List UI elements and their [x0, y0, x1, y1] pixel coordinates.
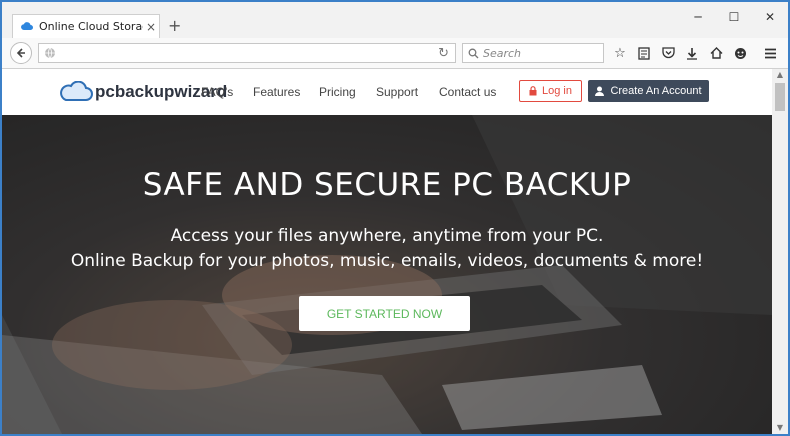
- minimize-button[interactable]: ─: [688, 10, 708, 26]
- arrow-left-icon: [16, 48, 25, 58]
- nav-faq[interactable]: FAQ's: [201, 85, 233, 99]
- back-button[interactable]: [10, 42, 32, 64]
- address-bar[interactable]: ↻: [38, 43, 456, 63]
- search-box[interactable]: Search: [462, 43, 604, 63]
- scroll-up-icon[interactable]: ▲: [772, 69, 788, 81]
- tab-title: Online Cloud Storage, Co...: [39, 20, 143, 33]
- cloud-icon: [21, 22, 33, 31]
- create-account-label: Create An Account: [610, 85, 702, 97]
- cloud-logo-icon: [60, 81, 93, 101]
- user-icon: [595, 86, 605, 96]
- navigation-toolbar: ↻ Search ☆: [2, 38, 788, 69]
- nav-support[interactable]: Support: [376, 85, 418, 99]
- lock-icon: [529, 86, 537, 96]
- home-icon[interactable]: [708, 45, 724, 61]
- scroll-thumb[interactable]: [775, 83, 785, 111]
- login-button[interactable]: Log in: [519, 80, 582, 102]
- reload-icon[interactable]: ↻: [438, 46, 449, 61]
- reading-list-icon[interactable]: [636, 45, 652, 61]
- login-label: Log in: [542, 85, 572, 97]
- menu-icon[interactable]: [762, 45, 778, 61]
- create-account-button[interactable]: Create An Account: [588, 80, 709, 102]
- hero-subtitle-2: Online Backup for your photos, music, em…: [70, 251, 704, 271]
- site-header: pcbackupwizard FAQ's Features Pricing Su…: [2, 69, 772, 115]
- star-icon[interactable]: ☆: [612, 45, 628, 61]
- nav-pricing[interactable]: Pricing: [319, 85, 356, 99]
- close-window-button[interactable]: ✕: [760, 10, 780, 26]
- chat-icon[interactable]: [732, 45, 748, 61]
- nav-features[interactable]: Features: [253, 85, 300, 99]
- globe-icon: [45, 47, 55, 59]
- maximize-button[interactable]: ☐: [724, 10, 744, 26]
- nav-contact[interactable]: Contact us: [439, 85, 496, 99]
- tab-close-icon[interactable]: ×: [143, 20, 159, 34]
- hero-subtitle-1: Access your files anywhere, anytime from…: [170, 226, 604, 246]
- title-bar: Online Cloud Storage, Co... × + ─ ☐ ✕: [2, 2, 788, 38]
- download-icon[interactable]: [684, 45, 700, 61]
- get-started-button[interactable]: GET STARTED NOW: [299, 296, 470, 331]
- search-placeholder: Search: [483, 46, 522, 60]
- search-icon: [468, 48, 479, 58]
- hero-overlay: [2, 115, 772, 434]
- hero-title: SAFE AND SECURE PC BACKUP: [142, 167, 632, 203]
- new-tab-button[interactable]: +: [168, 16, 181, 35]
- scroll-down-icon[interactable]: ▼: [772, 422, 788, 434]
- hero-banner: SAFE AND SECURE PC BACKUP Access your fi…: [2, 115, 772, 434]
- pocket-icon[interactable]: [660, 45, 676, 61]
- browser-tab[interactable]: Online Cloud Storage, Co... ×: [12, 14, 160, 38]
- page-viewport: pcbackupwizard FAQ's Features Pricing Su…: [2, 69, 772, 434]
- vertical-scrollbar[interactable]: ▲ ▼: [772, 69, 788, 434]
- browser-window: Online Cloud Storage, Co... × + ─ ☐ ✕ ↻ …: [0, 0, 790, 436]
